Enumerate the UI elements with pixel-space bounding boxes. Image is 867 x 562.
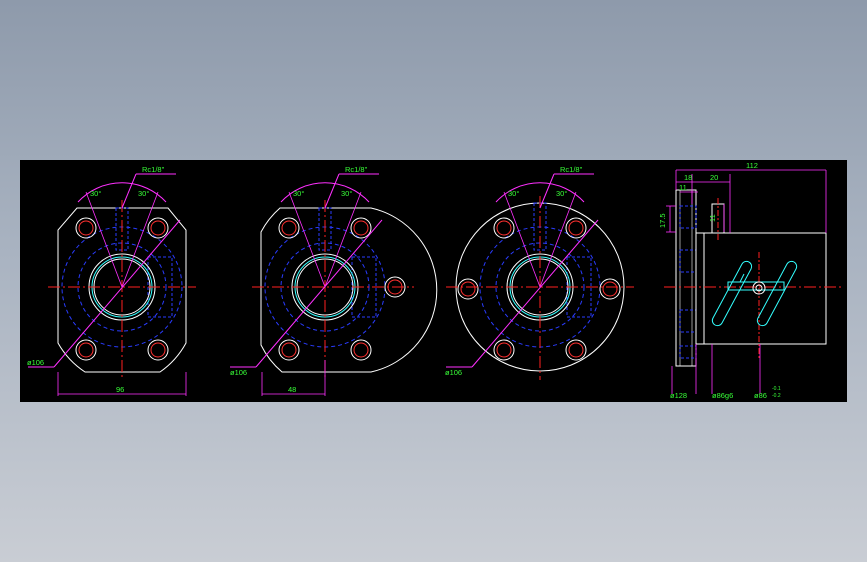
hole-callout: Rc1/8" (142, 165, 165, 174)
dim-11-top: 11 (679, 183, 687, 192)
tolerance-upper: -0.1 (772, 386, 781, 392)
width-dimension: 48 (288, 385, 296, 394)
cad-drawing: 30° 30° Rc1/8" ø106 96 30° 30° Rc1/8" ø1… (27, 161, 842, 400)
angle-right-label: 30° (556, 189, 567, 198)
flange-outline (260, 207, 438, 373)
diameter-callout: ø106 (445, 368, 462, 377)
tolerance-lower: -0.2 (772, 393, 781, 399)
bolt-holes (278, 217, 406, 361)
diameter-callout: ø106 (27, 358, 44, 367)
diameter-callout: ø106 (230, 368, 247, 377)
dim-20: 20 (710, 173, 718, 182)
width-dimension: 96 (116, 385, 124, 394)
hole-callout: Rc1/8" (345, 165, 368, 174)
dia-flange-dim: ø128 (670, 391, 687, 400)
side-flange (675, 189, 697, 367)
angle-left-label: 30° (90, 189, 101, 198)
total-length-dim: 112 (746, 161, 758, 170)
side-spigot (695, 232, 705, 345)
dia-body-dim: ø86 (754, 391, 767, 400)
side-view: 112 18 20 11 11 17.5 ø128 ø86g6 ø86 -0.1… (658, 161, 842, 400)
angle-right-label: 30° (138, 189, 149, 198)
flange-view-3: 30° 30° Rc1/8" ø106 (445, 165, 634, 380)
angle-left-label: 30° (293, 189, 304, 198)
cad-drawing-viewport[interactable]: 30° 30° Rc1/8" ø106 96 30° 30° Rc1/8" ø1… (20, 160, 847, 402)
dim-17-5: 17.5 (658, 213, 667, 228)
angle-right-label: 30° (341, 189, 352, 198)
hole-callout: Rc1/8" (560, 165, 583, 174)
flange-view-2: 30° 30° Rc1/8" ø106 48 (230, 165, 438, 396)
dim-11-side: 11 (708, 214, 717, 222)
dim-18: 18 (684, 173, 692, 182)
dia-spigot-dim: ø86g6 (712, 391, 733, 400)
angle-left-label: 30° (508, 189, 519, 198)
return-channel (711, 260, 798, 327)
flange-view-1: 30° 30° Rc1/8" ø106 96 (27, 165, 196, 396)
